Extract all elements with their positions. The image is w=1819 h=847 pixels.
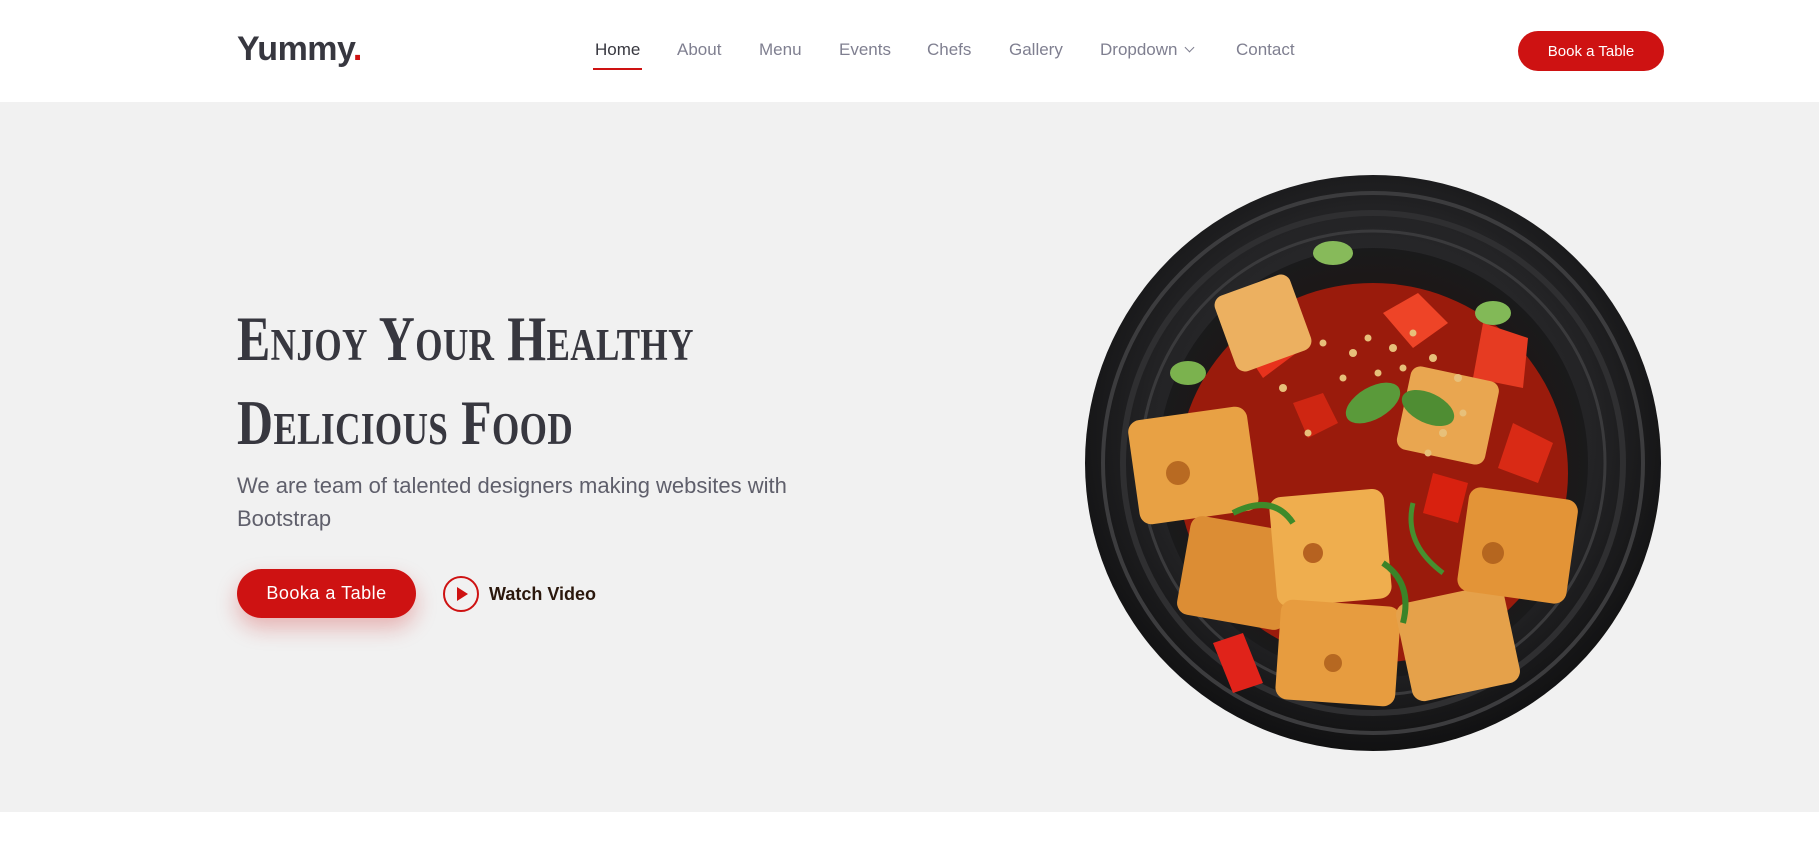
hero-title-line1: Enjoy Your Healthy (237, 303, 694, 374)
hero-subtitle: We are team of talented designers making… (237, 473, 787, 531)
book-table-button[interactable]: Booka a Table (237, 569, 416, 618)
watch-video-button[interactable]: Watch Video (443, 576, 596, 612)
watch-video-label: Watch Video (489, 583, 597, 604)
nav-item-menu[interactable]: Menu (759, 40, 802, 60)
nav-item-about[interactable]: About (677, 40, 721, 60)
chevron-down-icon (1184, 42, 1194, 53)
play-icon (443, 576, 479, 612)
nav-item-gallery[interactable]: Gallery (1009, 40, 1063, 60)
nav-item-dropdown-label: Dropdown (1100, 40, 1178, 59)
hero-title: Enjoy Your Healthy Delicious Food (237, 297, 694, 465)
nav-item-events[interactable]: Events (839, 40, 891, 60)
book-table-header-button[interactable]: Book a Table (1518, 31, 1664, 71)
nav-item-contact[interactable]: Contact (1236, 40, 1295, 60)
food-plate-image (1085, 175, 1661, 751)
hero-title-line2: Delicious Food (237, 387, 574, 458)
hero-section: Enjoy Your Healthy Delicious Food We are… (0, 102, 1819, 812)
nav-item-home[interactable]: Home (592, 40, 643, 70)
nav-item-chefs[interactable]: Chefs (927, 40, 971, 60)
nav-item-dropdown[interactable]: Dropdown (1100, 40, 1194, 60)
site-header: Yummy. Home About Menu Events Chefs Gall… (0, 0, 1819, 102)
